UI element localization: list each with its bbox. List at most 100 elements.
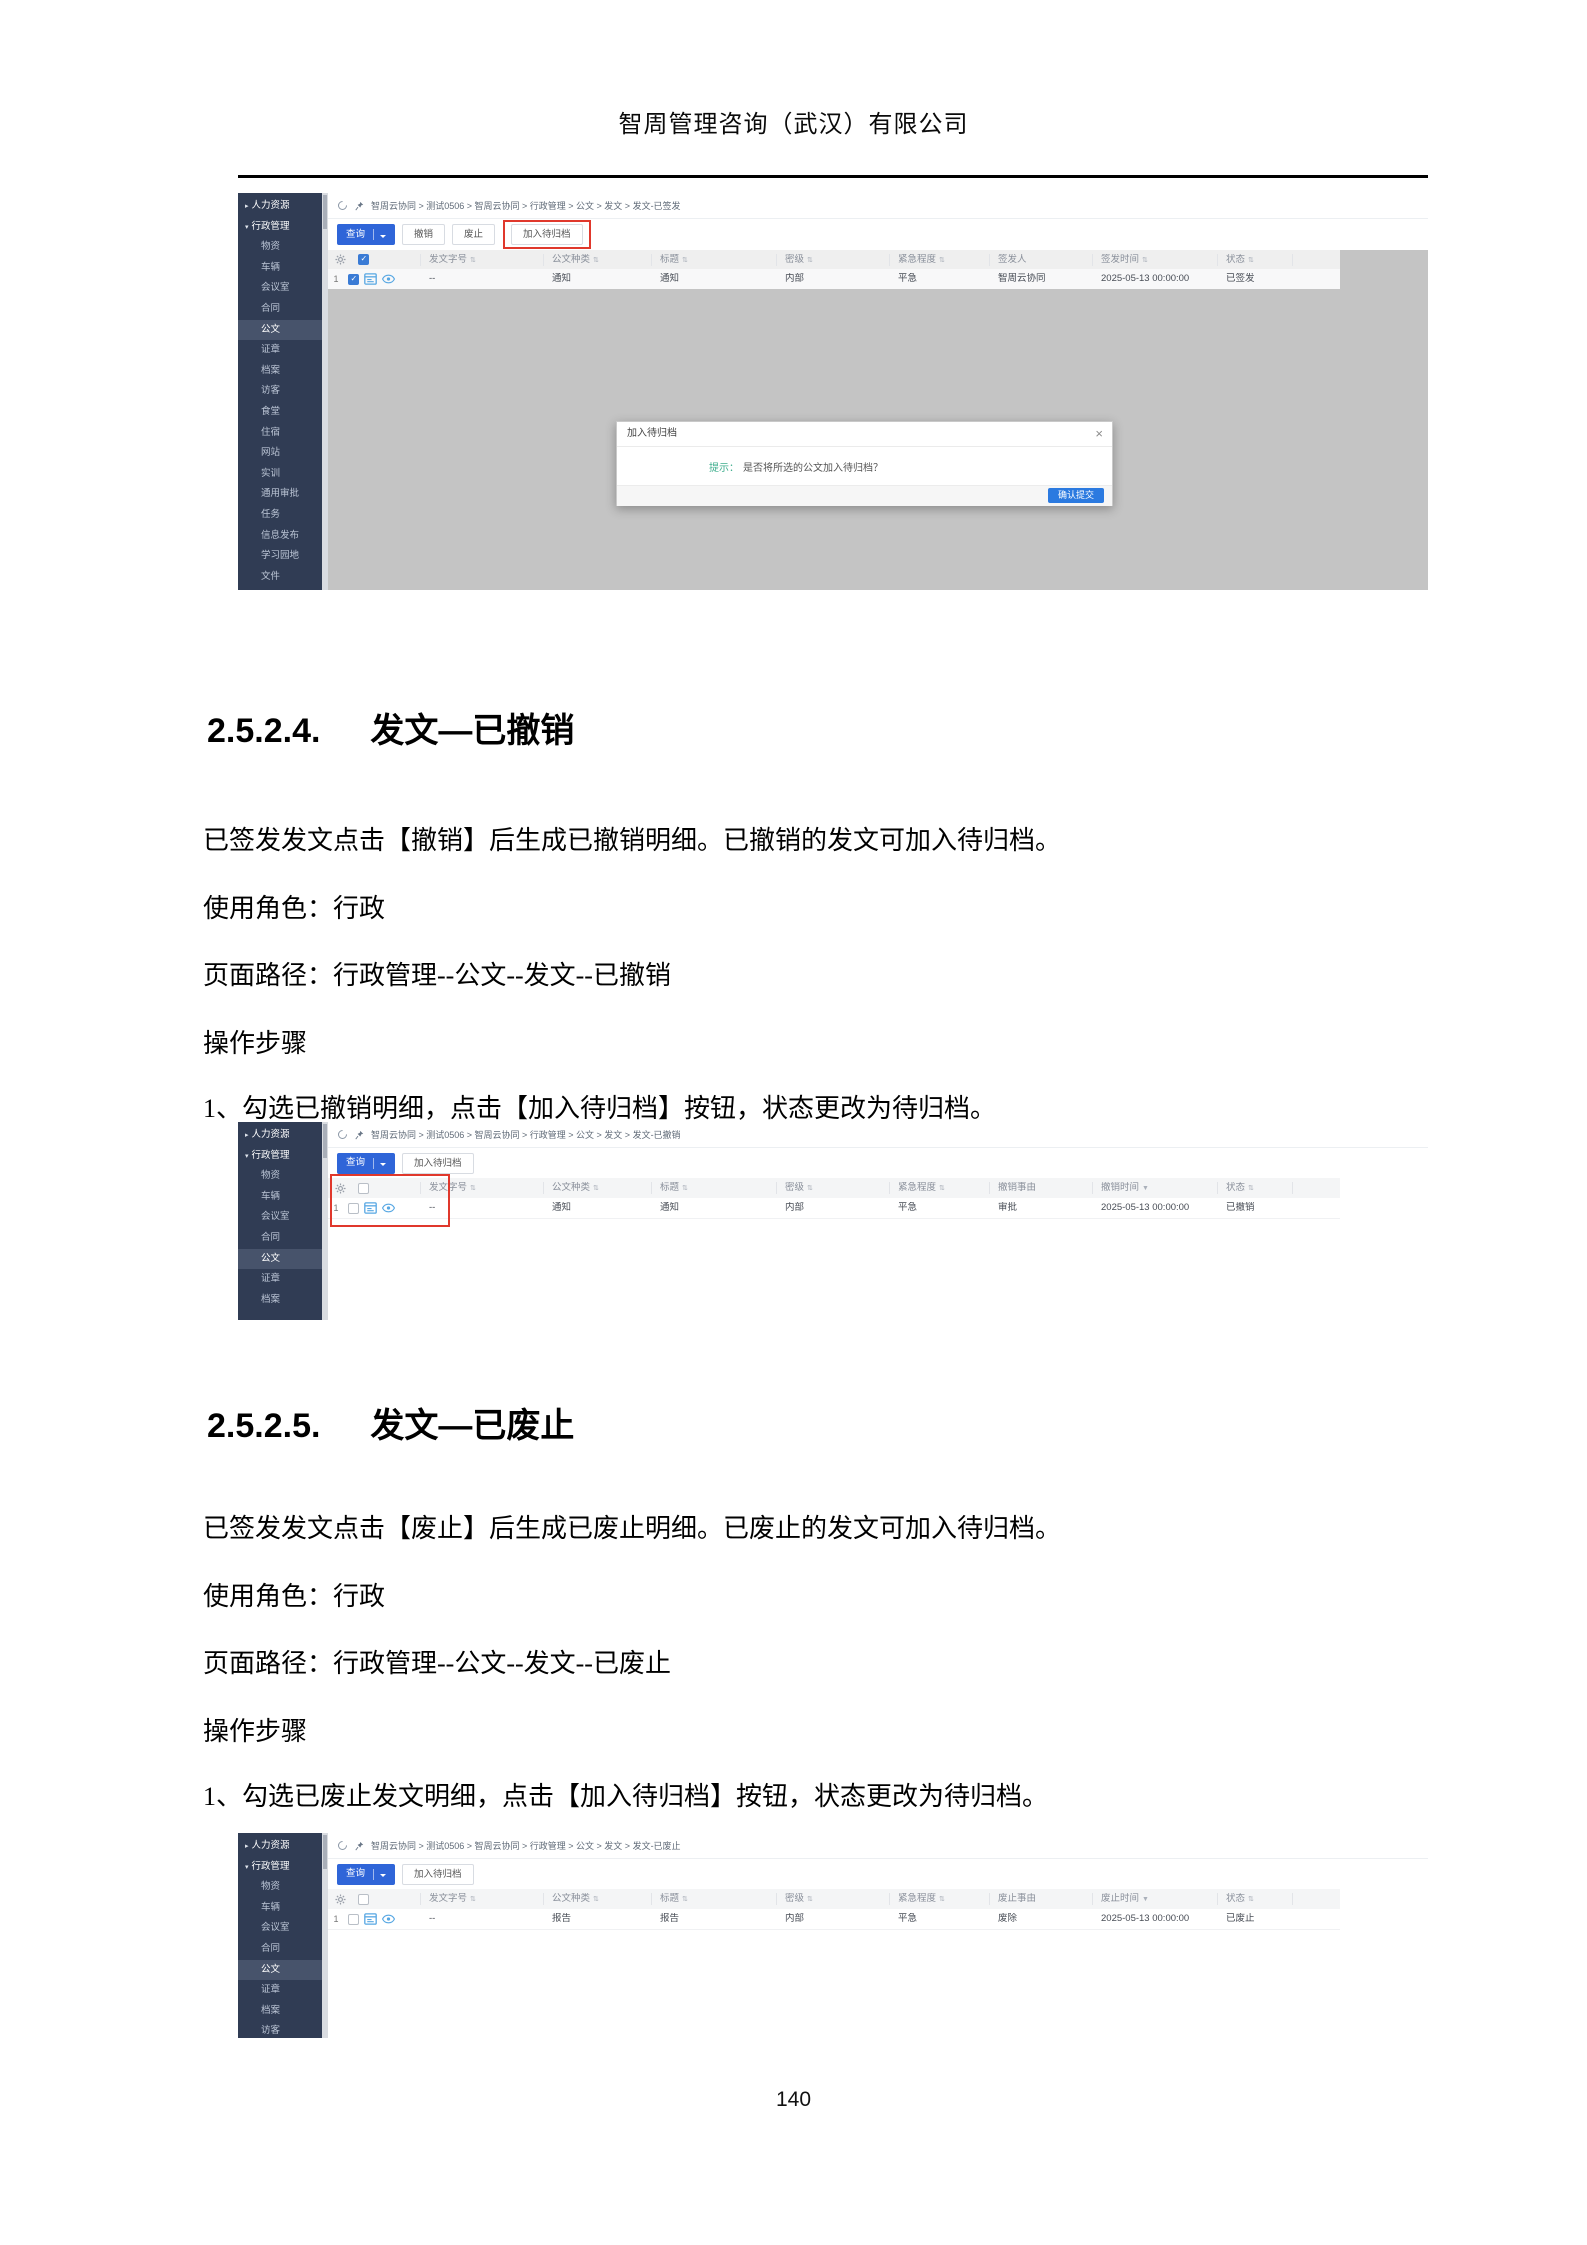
sidebar-item[interactable]: 车辆 (238, 1187, 322, 1208)
breadcrumb[interactable]: 智周云协同 > 测试0506 > 智周云协同 > 行政管理 > 公文 > 发文 … (371, 199, 681, 212)
sort-icon[interactable]: ⇅ (1248, 257, 1254, 264)
column-header[interactable]: 标题 ⇅ (651, 253, 776, 266)
column-header[interactable]: 标题 ⇅ (651, 1893, 776, 1905)
column-header[interactable]: 公文种类 ⇅ (543, 1893, 651, 1905)
sort-icon[interactable]: ⇅ (682, 1896, 688, 1903)
column-header[interactable]: 废止事由 (989, 1893, 1092, 1905)
gear-icon[interactable] (328, 1893, 352, 1905)
sidebar-scrollbar[interactable] (322, 193, 328, 590)
sidebar-scrollbar[interactable] (322, 1122, 328, 1320)
sidebar-item[interactable]: 证章 (238, 1269, 322, 1290)
sidebar-item[interactable]: 车辆 (238, 1898, 322, 1919)
column-header[interactable]: 签发人 (989, 253, 1092, 266)
query-button[interactable]: 查询 (337, 1863, 396, 1885)
column-header[interactable]: 紧急程度 ⇅ (889, 1893, 989, 1905)
sidebar-item[interactable]: 证章 (238, 1980, 322, 2001)
sort-icon[interactable]: ⇅ (593, 1185, 599, 1192)
sort-icon[interactable]: ⇅ (1142, 257, 1148, 264)
table-row[interactable]: 1 -- 通知 通知 内部 平急 智周云协同 2025-05-13 00:00:00 已签发 (328, 269, 1340, 289)
refresh-icon[interactable] (336, 1128, 349, 1141)
sidebar-item[interactable]: 合同 (238, 1939, 322, 1960)
table-row[interactable]: 1 -- 报告 报告 内部 平急 废除 2025-05-13 00:00:00 已废止 (328, 1909, 1340, 1930)
column-header[interactable] (1292, 253, 1332, 266)
column-header[interactable]: 标题 ⇅ (651, 1182, 776, 1194)
column-header[interactable] (1292, 1893, 1332, 1905)
sidebar-item[interactable]: ▾ 行政管理 (238, 217, 322, 238)
sort-icon[interactable]: ⇅ (1248, 1896, 1254, 1903)
sort-icon[interactable]: ⇅ (470, 1185, 476, 1192)
sidebar-item[interactable]: 任务 (238, 505, 322, 526)
breadcrumb[interactable]: 智周云协同 > 测试0506 > 智周云协同 > 行政管理 > 公文 > 发文 … (371, 1128, 681, 1141)
pin-icon[interactable] (355, 1841, 364, 1851)
chevron-down-icon[interactable] (380, 1874, 387, 1880)
column-header[interactable]: 公文种类 ⇅ (543, 1182, 651, 1194)
pin-icon[interactable] (355, 201, 364, 211)
chevron-down-icon[interactable] (380, 1163, 387, 1169)
query-button[interactable]: 查询 (337, 1152, 396, 1174)
sort-icon[interactable]: ⇅ (682, 257, 688, 264)
sort-icon[interactable]: ⇅ (1248, 1185, 1254, 1192)
sidebar-item[interactable]: 公文 (238, 1959, 322, 1981)
add-to-archive-button[interactable]: 加入待归档 (511, 224, 583, 245)
sidebar-item[interactable]: 食堂 (238, 402, 322, 423)
column-header[interactable]: 签发时间 ⇅ (1092, 253, 1217, 266)
sidebar-item[interactable]: 档案 (238, 2001, 322, 2022)
pin-icon[interactable] (355, 1130, 364, 1140)
sort-icon[interactable]: ▼ (1142, 1185, 1149, 1192)
row-checkbox[interactable] (348, 273, 359, 285)
refresh-icon[interactable] (336, 199, 349, 212)
view-eye-icon[interactable] (382, 1914, 395, 1924)
sidebar-item[interactable]: 学习园地 (238, 546, 322, 567)
sort-icon[interactable]: ⇅ (939, 1185, 945, 1192)
scrollbar-thumb[interactable] (323, 195, 327, 229)
sort-icon[interactable]: ⇅ (807, 1185, 813, 1192)
breadcrumb[interactable]: 智周云协同 > 测试0506 > 智周云协同 > 行政管理 > 公文 > 发文 … (371, 1839, 681, 1852)
sidebar-item[interactable]: 公文 (238, 1248, 322, 1270)
sort-icon[interactable]: ⇅ (470, 257, 476, 264)
scrollbar-thumb[interactable] (323, 1835, 327, 1869)
add-to-archive-button[interactable]: 加入待归档 (402, 1863, 474, 1885)
sidebar-item[interactable]: 实训 (238, 464, 322, 485)
sidebar-item[interactable]: ▾ 行政管理 (238, 1857, 322, 1878)
select-all-checkbox[interactable] (358, 1893, 369, 1905)
close-icon[interactable]: × (1095, 422, 1103, 446)
sidebar-item[interactable]: 证章 (238, 340, 322, 361)
column-header[interactable]: 撤销事由 (989, 1182, 1092, 1194)
column-header[interactable]: 状态 ⇅ (1217, 1182, 1292, 1194)
column-header[interactable]: 状态 ⇅ (1217, 1893, 1292, 1905)
sidebar-item[interactable]: ▸ 人力资源 (238, 1836, 322, 1857)
sort-icon[interactable]: ⇅ (593, 1896, 599, 1903)
row-checkbox[interactable] (348, 1913, 359, 1925)
refresh-icon[interactable] (336, 1839, 349, 1852)
column-header[interactable]: 紧急程度 ⇅ (889, 253, 989, 266)
column-header[interactable]: 废止时间 ▼ (1092, 1893, 1217, 1905)
column-header[interactable]: 状态 ⇅ (1217, 253, 1292, 266)
table-row[interactable]: 1 -- 通知 通知 内部 平急 审批 2025-05-13 00:00:00 已撤销 (328, 1198, 1340, 1219)
sidebar-item[interactable]: 档案 (238, 1290, 322, 1311)
sidebar-item[interactable]: 物资 (238, 1166, 322, 1187)
gear-icon[interactable] (328, 254, 352, 265)
sidebar-item[interactable]: ▾ 行政管理 (238, 1146, 322, 1167)
sidebar-item[interactable]: ▸ 人力资源 (238, 1125, 322, 1146)
column-header[interactable]: 紧急程度 ⇅ (889, 1182, 989, 1194)
sidebar-item[interactable]: 会议室 (238, 1918, 322, 1939)
sidebar-scrollbar[interactable] (322, 1833, 328, 2038)
sidebar-item[interactable]: 会议室 (238, 278, 322, 299)
sort-icon[interactable]: ⇅ (939, 1896, 945, 1903)
sort-icon[interactable]: ⇅ (593, 257, 599, 264)
chevron-down-icon[interactable] (380, 234, 387, 241)
sort-icon[interactable]: ⇅ (939, 257, 945, 264)
abolish-button[interactable]: 废止 (452, 224, 496, 245)
confirm-submit-button[interactable]: 确认提交 (1047, 488, 1104, 503)
column-header[interactable]: 撤销时间 ▼ (1092, 1182, 1217, 1194)
sort-icon[interactable]: ⇅ (470, 1896, 476, 1903)
sidebar-item[interactable]: 合同 (238, 1228, 322, 1249)
column-header[interactable] (1292, 1182, 1332, 1194)
column-header[interactable]: 密级 ⇅ (776, 1893, 889, 1905)
sort-icon[interactable]: ⇅ (682, 1185, 688, 1192)
document-icon[interactable] (364, 273, 377, 285)
column-header[interactable]: 密级 ⇅ (776, 1182, 889, 1194)
sort-icon[interactable]: ⇅ (807, 257, 813, 264)
document-icon[interactable] (364, 1913, 377, 1925)
sidebar-item[interactable]: 物资 (238, 237, 322, 258)
